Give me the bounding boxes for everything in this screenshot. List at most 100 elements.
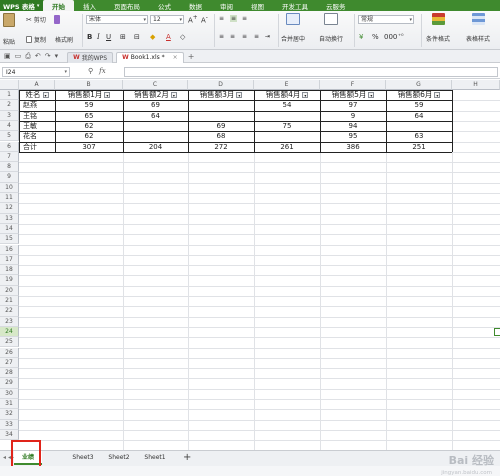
column-header[interactable]: G [386, 80, 452, 90]
column-header[interactable]: F [320, 80, 386, 90]
table-cell[interactable] [188, 100, 254, 110]
table-header-cell[interactable]: 姓名 ▾ [19, 90, 55, 100]
table-cell[interactable]: 花名 [23, 131, 59, 141]
paste-button[interactable]: 粘贴 [3, 13, 15, 46]
row-header[interactable]: 16 [0, 244, 19, 255]
currency-button[interactable]: ¥ [359, 33, 363, 41]
table-cell[interactable]: 59 [55, 100, 123, 110]
row-header[interactable]: 4 [0, 120, 19, 132]
table-cell[interactable]: 94 [320, 121, 386, 131]
row-header[interactable]: 17 [0, 254, 19, 266]
align-top-button[interactable]: ≡ [219, 15, 224, 22]
table-cell[interactable]: 69 [123, 100, 188, 110]
menu-tab[interactable]: 插入 [74, 0, 105, 11]
function-icon[interactable]: fx [99, 67, 106, 75]
sheet-tab[interactable]: Sheet3 [68, 451, 98, 465]
row-header[interactable]: 27 [0, 357, 19, 369]
table-cell[interactable]: 95 [320, 131, 386, 141]
underline-button[interactable]: U [106, 33, 111, 41]
column-header[interactable]: H [452, 80, 500, 90]
row-header[interactable]: 5 [0, 131, 19, 142]
row-header[interactable]: 9 [0, 172, 19, 183]
number-format-select[interactable]: 常规 ▾ [358, 15, 414, 24]
document-tab[interactable]: W Book1.xls * × [116, 51, 184, 63]
column-header[interactable]: D [188, 80, 254, 90]
menu-tab[interactable]: 视图 [242, 0, 273, 11]
font-name-select[interactable]: 宋体 ▾ [86, 15, 148, 24]
sheet-tab[interactable]: Sheet2 [104, 451, 134, 465]
percent-button[interactable]: % [372, 33, 379, 41]
table-header-cell[interactable]: 销售额6月 ▾ [386, 90, 452, 100]
close-icon[interactable]: × [173, 54, 178, 61]
search-icon[interactable]: ⚲ [88, 67, 93, 75]
column-header[interactable]: C [123, 80, 188, 90]
format-painter-label-wrap[interactable]: 格式刷 [55, 35, 73, 44]
open-icon[interactable]: ▭ [15, 52, 22, 60]
clear-format-button[interactable]: ◇ [180, 33, 185, 41]
align-bottom-button[interactable]: ≡ [242, 15, 247, 22]
copy-button[interactable]: 复制 [26, 35, 46, 44]
table-cell[interactable]: 59 [386, 100, 452, 110]
table-cell[interactable]: 272 [188, 142, 254, 152]
menu-tab[interactable]: 审阅 [211, 0, 242, 11]
filter-dropdown-icon[interactable]: ▾ [170, 92, 177, 98]
justify-button[interactable]: ≡ [254, 33, 259, 40]
row-header[interactable]: 8 [0, 162, 19, 173]
undo-icon[interactable]: ↶ [35, 52, 41, 60]
document-tab[interactable]: W 我的WPS [67, 51, 114, 63]
table-cell[interactable] [254, 111, 320, 121]
table-cell[interactable] [123, 121, 188, 131]
italic-button[interactable]: I [97, 33, 100, 41]
table-cell[interactable]: 64 [123, 111, 188, 121]
name-box[interactable]: I24 ▾ [2, 67, 70, 77]
add-sheet-button[interactable]: + [183, 452, 191, 463]
table-cell[interactable] [123, 131, 188, 141]
increase-font-button[interactable]: A+ [188, 15, 198, 24]
row-header[interactable]: 22 [0, 306, 19, 317]
row-header[interactable]: 33 [0, 419, 19, 430]
fill-color-icon[interactable]: ◆ [150, 33, 155, 41]
menu-tab[interactable]: 公式 [149, 0, 180, 11]
table-cell[interactable]: 68 [188, 131, 254, 141]
filter-dropdown-icon[interactable]: ▾ [302, 92, 309, 98]
merge-center-button[interactable]: 合并居中 [281, 13, 305, 43]
corner-cell[interactable] [0, 80, 19, 90]
align-middle-button[interactable]: ≡ [230, 15, 238, 22]
thousands-button[interactable]: 000 [384, 33, 397, 41]
table-cell[interactable]: 王铭 [23, 111, 59, 121]
spreadsheet-grid[interactable]: A B C D E F G H 1 2 3 4 5 6 7 8 9 10 11 12 13 14 15 16 17 18 19 20 2… [0, 80, 500, 450]
row-header[interactable]: 29 [0, 378, 19, 389]
table-cell[interactable]: 63 [386, 131, 452, 141]
column-header[interactable]: B [55, 80, 123, 90]
row-header[interactable]: 1 [0, 90, 19, 101]
table-header-cell[interactable]: 销售额2月 ▾ [123, 90, 188, 100]
customize-icon[interactable]: ▾ [55, 52, 59, 60]
merge-border-button[interactable]: ⊟ [134, 33, 140, 41]
table-header-cell[interactable]: 销售额1月 ▾ [55, 90, 123, 100]
table-cell[interactable]: 386 [320, 142, 386, 152]
table-cell[interactable]: 69 [188, 121, 254, 131]
row-header[interactable]: 2 [0, 100, 19, 111]
conditional-format-button[interactable]: 条件格式 [426, 13, 450, 43]
border-button[interactable]: ⊞ [120, 33, 126, 41]
row-header[interactable]: 26 [0, 347, 19, 358]
table-cell[interactable]: 赵燕 [23, 100, 59, 110]
align-center-button[interactable]: ≡ [230, 33, 235, 40]
table-cell[interactable]: 54 [254, 100, 320, 110]
align-right-button[interactable]: ≡ [242, 33, 247, 40]
app-menu-button[interactable]: WPS 表格 ▾ [0, 0, 43, 11]
row-header[interactable]: 34 [0, 429, 19, 441]
bold-button[interactable]: B [87, 33, 92, 41]
row-header[interactable]: 31 [0, 399, 19, 410]
save-icon[interactable]: ▣ [4, 52, 11, 60]
new-tab-icon[interactable]: + [188, 52, 195, 61]
row-header[interactable]: 14 [0, 223, 19, 235]
row-header[interactable]: 12 [0, 203, 19, 214]
sheet-tab[interactable]: Sheet1 [140, 451, 170, 465]
table-cell[interactable] [254, 131, 320, 141]
table-cell[interactable]: 合计 [23, 142, 59, 152]
align-left-button[interactable]: ≡ [219, 33, 224, 40]
table-cell[interactable]: 9 [320, 111, 386, 121]
row-header[interactable]: 13 [0, 213, 19, 224]
table-cell[interactable] [188, 111, 254, 121]
